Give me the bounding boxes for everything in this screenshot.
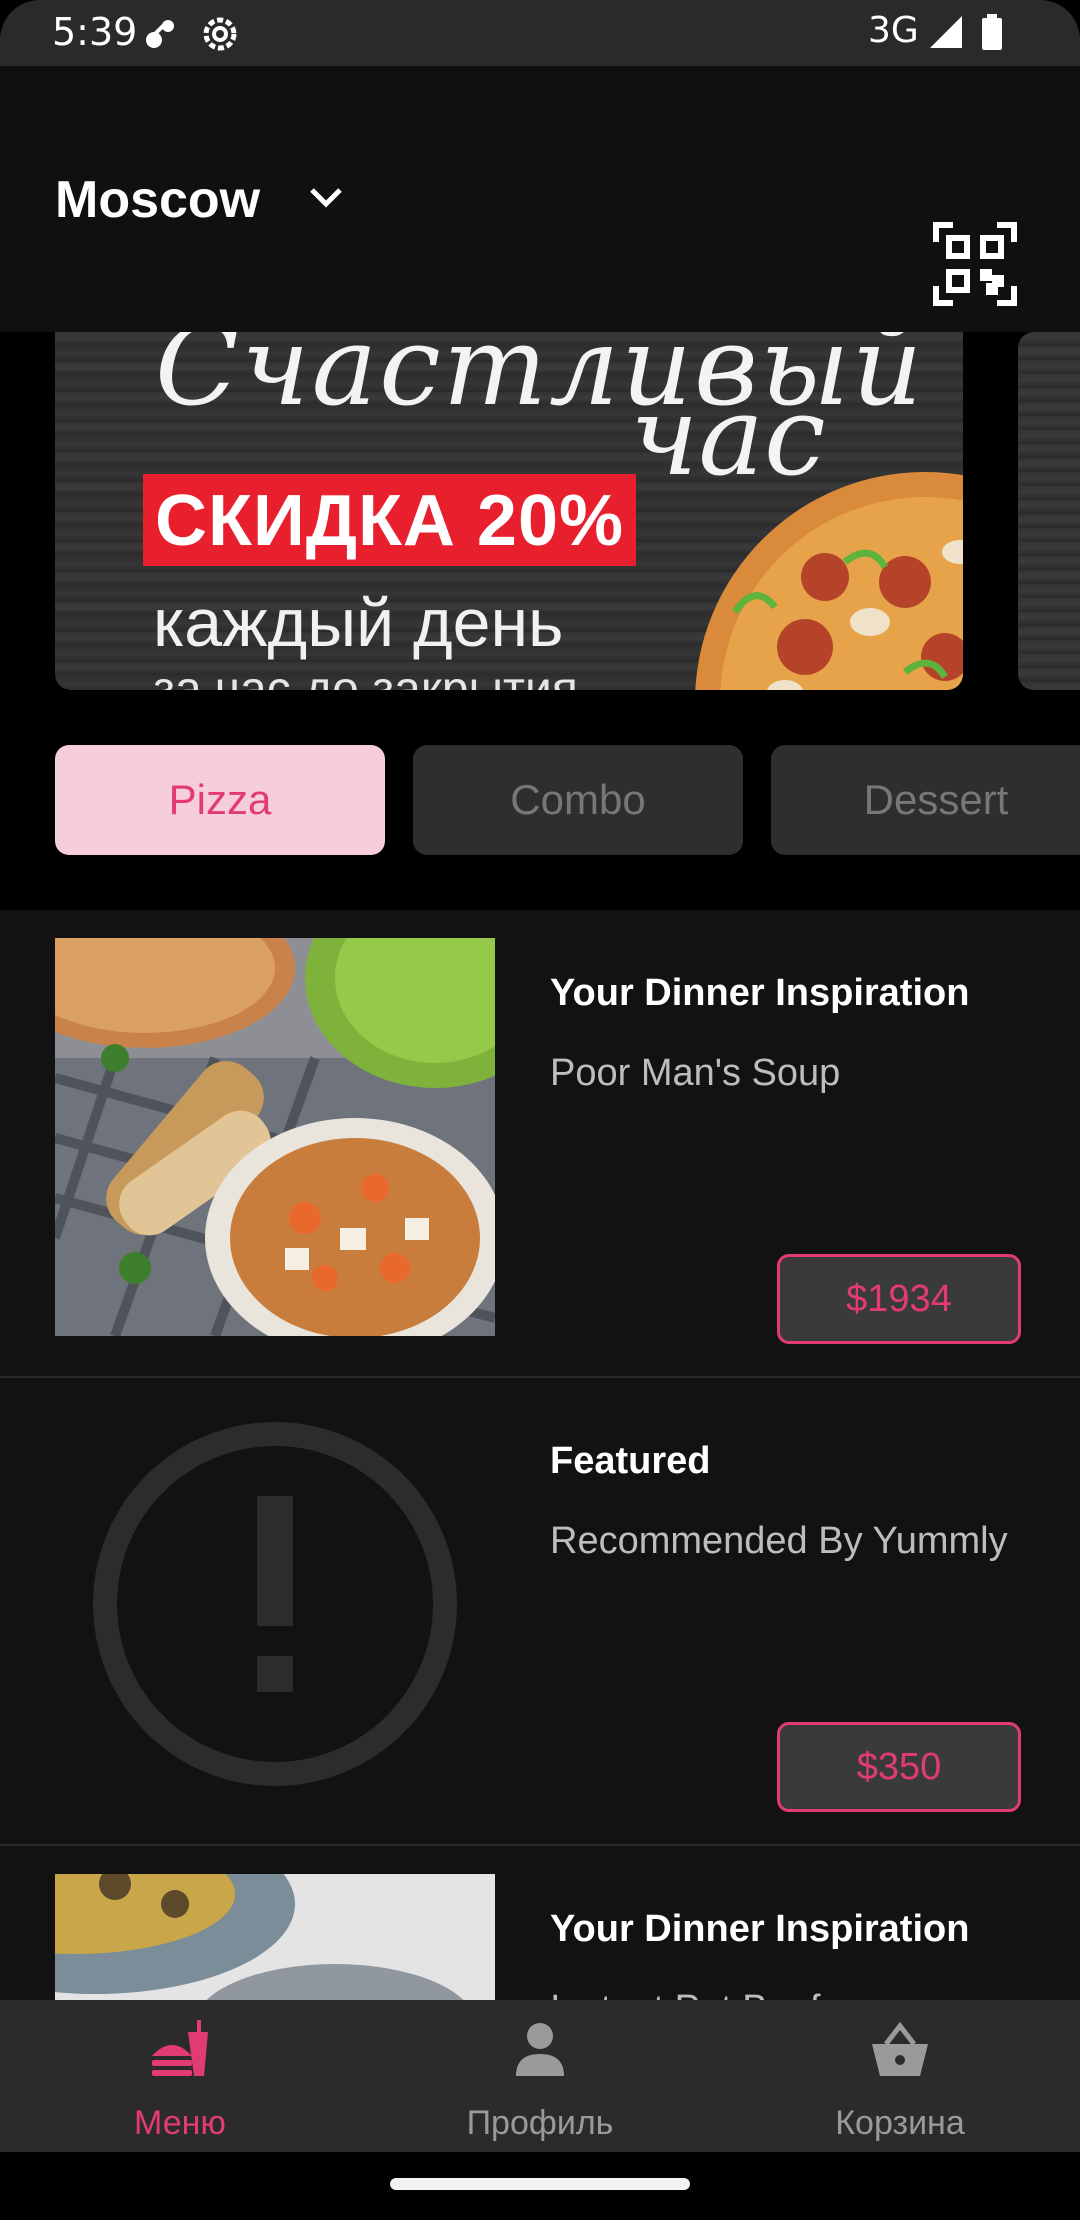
product-list[interactable]: Your Dinner Inspiration Poor Man's Soup … [0,910,1080,2000]
qr-code-icon[interactable] [933,222,1017,311]
city-selector[interactable]: Moscow [55,170,260,230]
item-subtitle: Poor Man's Soup [550,1052,841,1094]
promo-banner[interactable]: Счастливый час СКИДКА 20% каждый день за… [55,332,963,690]
item-title: Your Dinner Inspiration [550,972,970,1014]
basket-icon [872,2021,928,2076]
sync-icon [140,14,180,59]
status-bar: 5:39 3G [0,0,1080,66]
pizza-image [695,472,963,690]
gesture-bar [0,2152,1080,2220]
item-title: Your Dinner Inspiration [550,1908,970,1950]
category-dessert[interactable]: Dessert [771,745,1080,855]
alert-circle-icon [93,1422,457,1786]
list-item[interactable]: Your Dinner Inspiration Instant Pot Beef [0,1846,1080,2000]
list-item[interactable]: Your Dinner Inspiration Poor Man's Soup … [0,910,1080,1378]
category-pizza[interactable]: Pizza [55,745,385,855]
item-title: Featured [550,1440,711,1482]
nav-cart-label: Корзина [835,2104,965,2142]
settings-icon [200,14,240,59]
list-item[interactable]: Featured Recommended By Yummly $350 [0,1378,1080,1846]
nav-cart[interactable]: Корзина [720,2000,1080,2152]
next-banner-peek[interactable] [1018,332,1080,690]
category-combo[interactable]: Combo [413,745,743,855]
battery-icon [980,14,1004,55]
price-button[interactable]: $1934 [777,1254,1021,1344]
chevron-down-icon[interactable] [306,178,346,223]
fastfood-icon [152,2020,208,2076]
error-placeholder [55,1406,495,1804]
item-subtitle: Instant Pot Beef [550,1988,820,2000]
network-type: 3G [868,10,919,51]
app-header: Moscow [0,66,1080,332]
signal-icon [928,14,964,55]
nav-profile-label: Профиль [466,2104,614,2142]
price-button[interactable]: $350 [777,1722,1021,1812]
person-icon [516,2023,564,2076]
nav-profile[interactable]: Профиль [360,2000,720,2152]
nav-menu[interactable]: Меню [0,2000,360,2152]
banner-every-day: каждый день [153,585,564,661]
banner-discount: СКИДКА 20% [143,474,637,566]
home-indicator[interactable] [390,2178,690,2190]
pasta-image [55,1874,495,2000]
bottom-navigation: Меню Профиль Корзина [0,2000,1080,2152]
status-time: 5:39 [52,10,138,54]
soup-image [55,938,495,1336]
nav-menu-label: Меню [134,2104,226,2142]
banner-before-closing: за час до закрытия [153,663,578,690]
item-subtitle: Recommended By Yummly [550,1520,1008,1562]
